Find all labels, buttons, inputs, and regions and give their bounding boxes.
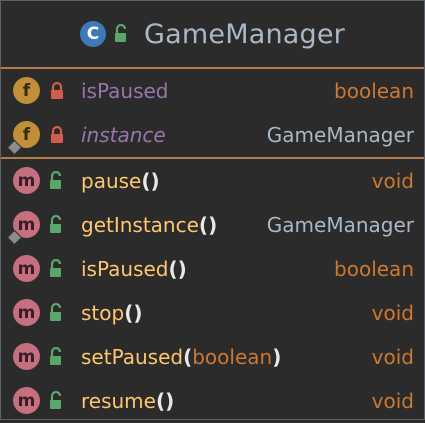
unlocked-padlock-icon xyxy=(50,171,62,189)
method-open-paren: ( xyxy=(155,389,166,413)
method-close-paren: ) xyxy=(272,345,282,369)
unlocked-padlock-icon xyxy=(50,391,62,409)
field-row-instance[interactable]: f instance GameManager xyxy=(1,113,424,157)
method-close-paren: ) xyxy=(208,213,218,237)
method-name: pause xyxy=(81,169,142,193)
method-signature: stop() xyxy=(81,291,142,335)
method-row-stop[interactable]: m stop() void xyxy=(1,291,424,335)
method-return-type: GameManager xyxy=(266,213,414,237)
field-name: instance xyxy=(81,123,166,147)
method-params: boolean xyxy=(192,345,273,369)
unlocked-padlock-icon xyxy=(50,347,62,365)
method-return-type: void xyxy=(371,301,414,325)
method-icon: m xyxy=(13,299,40,326)
field-row-ispaused[interactable]: f isPaused boolean xyxy=(1,69,424,113)
method-open-paren: ( xyxy=(198,213,209,237)
method-return-type: void xyxy=(371,389,414,413)
field-icon: f xyxy=(13,77,40,104)
method-close-paren: ) xyxy=(150,169,160,193)
class-header[interactable]: C GameManager xyxy=(1,1,424,69)
method-row-pause[interactable]: m pause() void xyxy=(1,159,424,203)
method-name: stop xyxy=(81,301,125,325)
locked-padlock-icon xyxy=(51,81,63,99)
method-name: resume xyxy=(81,389,156,413)
method-open-paren: ( xyxy=(141,169,151,193)
method-return-type: boolean xyxy=(334,257,414,281)
method-signature: setPaused(boolean) xyxy=(81,335,281,379)
method-row-resume[interactable]: m resume() void xyxy=(1,379,424,423)
field-name: isPaused xyxy=(81,79,169,103)
unlocked-padlock-icon xyxy=(50,303,62,321)
method-name: isPaused xyxy=(81,257,169,281)
method-name: getInstance xyxy=(81,213,199,237)
unlocked-padlock-icon xyxy=(50,259,62,277)
method-signature: getInstance() xyxy=(81,203,217,247)
method-signature: resume() xyxy=(81,379,174,423)
methods-section: m pause() void m getInstance() GameManag… xyxy=(1,159,424,423)
field-type: boolean xyxy=(334,79,414,103)
method-signature: pause() xyxy=(81,159,160,203)
uml-class-box[interactable]: C GameManager f isPaused boolean f insta… xyxy=(0,0,425,420)
method-return-type: void xyxy=(371,169,414,193)
method-close-paren: ) xyxy=(165,389,175,413)
unlocked-padlock-icon xyxy=(50,215,62,233)
method-icon: m xyxy=(13,343,40,370)
method-open-paren: ( xyxy=(124,301,134,325)
method-close-paren: ) xyxy=(177,257,187,281)
method-signature: isPaused() xyxy=(81,247,187,291)
method-row-setpaused[interactable]: m setPaused(boolean) void xyxy=(1,335,424,379)
method-icon: m xyxy=(13,255,40,282)
method-open-paren: ( xyxy=(168,257,178,281)
locked-padlock-icon xyxy=(51,125,63,143)
field-type: GameManager xyxy=(266,123,414,147)
class-name: GameManager xyxy=(144,18,345,50)
method-name: setPaused xyxy=(81,345,184,369)
method-row-getinstance[interactable]: m getInstance() GameManager xyxy=(1,203,424,247)
method-close-paren: ) xyxy=(133,301,143,325)
method-icon: m xyxy=(13,387,40,414)
method-icon: m xyxy=(13,167,40,194)
method-open-paren: ( xyxy=(183,345,193,369)
class-icon: C xyxy=(80,21,107,47)
fields-section: f isPaused boolean f instance GameManage… xyxy=(1,69,424,159)
method-row-ispaused[interactable]: m isPaused() boolean xyxy=(1,247,424,291)
unlocked-padlock-icon xyxy=(115,24,127,42)
method-return-type: void xyxy=(371,345,414,369)
